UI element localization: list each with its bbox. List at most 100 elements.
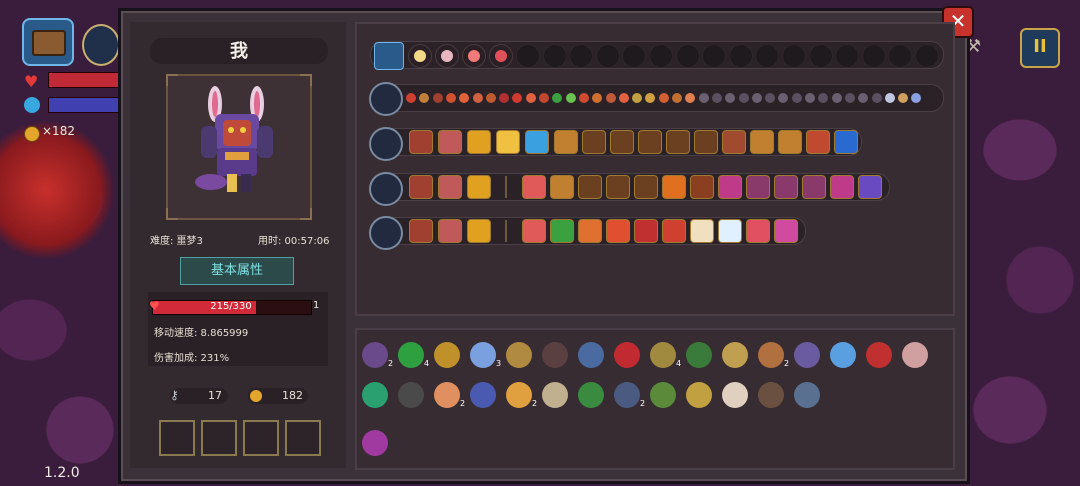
empty-equip-slot[interactable] xyxy=(861,44,886,68)
weapon-mod-icon[interactable] xyxy=(578,175,602,199)
inventory-item-icon[interactable] xyxy=(542,342,568,368)
empty-equip-slot[interactable] xyxy=(516,44,540,68)
inventory-item-icon[interactable] xyxy=(758,382,784,408)
weapon-mod-icon[interactable] xyxy=(722,130,746,154)
weapon-mod-icon[interactable] xyxy=(746,219,770,243)
inventory-item-icon[interactable] xyxy=(686,342,712,368)
inventory-item-icon[interactable] xyxy=(506,382,532,408)
empty-equip-slot[interactable] xyxy=(542,44,567,68)
empty-equip-slot[interactable] xyxy=(649,44,673,68)
equipped-item-icon[interactable] xyxy=(408,44,432,68)
weapon-mod-icon[interactable] xyxy=(409,219,433,243)
weapon-mod-icon[interactable] xyxy=(438,175,462,199)
equipped-item-icon[interactable] xyxy=(489,44,513,68)
weapon-mod-icon[interactable] xyxy=(802,175,826,199)
weapon-mod-icon[interactable] xyxy=(750,130,774,154)
inventory-item-icon[interactable] xyxy=(434,342,460,368)
weapon-mod-icon[interactable] xyxy=(409,175,433,199)
weapon-mod-icon[interactable] xyxy=(634,219,658,243)
empty-equip-slot[interactable] xyxy=(728,44,753,68)
inventory-item-icon[interactable] xyxy=(650,382,676,408)
item-slot[interactable] xyxy=(159,420,195,456)
inventory-item-icon[interactable] xyxy=(650,342,676,368)
weapon-mod-icon[interactable] xyxy=(718,219,742,243)
weapon-icon[interactable] xyxy=(369,127,403,161)
weapon-mod-icon[interactable] xyxy=(662,219,686,243)
inventory-item-icon[interactable] xyxy=(758,342,784,368)
weapon-mod-icon[interactable] xyxy=(467,219,491,243)
weapon-mod-icon[interactable] xyxy=(522,175,546,199)
inventory-item-icon[interactable] xyxy=(794,382,820,408)
weapon-mod-icon[interactable] xyxy=(438,219,462,243)
weapon-mod-icon[interactable] xyxy=(718,175,742,199)
weapon-mod-icon[interactable] xyxy=(467,175,491,199)
inventory-item-icon[interactable] xyxy=(362,382,388,408)
chest-icon[interactable] xyxy=(22,18,74,66)
weapon-slot-icon[interactable] xyxy=(369,82,403,116)
inventory-item-icon[interactable] xyxy=(398,382,424,408)
empty-equip-slot[interactable] xyxy=(569,44,594,68)
weapon-mod-icon[interactable] xyxy=(834,130,858,154)
inventory-item-icon[interactable] xyxy=(542,382,568,408)
weapon-mod-icon[interactable] xyxy=(554,130,578,154)
inventory-item-icon[interactable] xyxy=(362,342,388,368)
weapon-mod-icon[interactable] xyxy=(409,130,433,154)
weapon-mod-icon[interactable] xyxy=(774,219,798,243)
equipped-item-icon[interactable] xyxy=(435,44,459,68)
weapon-mod-icon[interactable] xyxy=(694,130,718,154)
item-slot[interactable] xyxy=(243,420,279,456)
pause-button[interactable]: II xyxy=(1020,28,1060,68)
weapon-mod-icon[interactable] xyxy=(606,175,630,199)
inventory-item-icon[interactable] xyxy=(398,342,424,368)
inventory-item-icon[interactable] xyxy=(578,342,604,368)
inventory-item-icon[interactable] xyxy=(434,382,460,408)
inventory-item-icon[interactable] xyxy=(470,382,496,408)
weapon-mod-icon[interactable] xyxy=(438,130,462,154)
weapon-mod-icon[interactable] xyxy=(662,175,686,199)
basic-attributes-button[interactable]: 基本属性 xyxy=(180,257,294,285)
weapon-mod-icon[interactable] xyxy=(806,130,830,154)
inventory-item-icon[interactable] xyxy=(830,342,856,368)
empty-equip-slot[interactable] xyxy=(782,44,806,68)
map-icon[interactable] xyxy=(82,24,120,66)
weapon-mod-icon[interactable] xyxy=(496,130,520,154)
weapon-mod-icon[interactable] xyxy=(550,175,574,199)
weapon-icon[interactable] xyxy=(369,172,403,206)
inventory-item-icon[interactable] xyxy=(614,382,640,408)
empty-equip-slot[interactable] xyxy=(595,44,620,68)
inventory-item-icon[interactable] xyxy=(362,430,388,456)
inventory-item-icon[interactable] xyxy=(794,342,820,368)
weapon-mod-icon[interactable] xyxy=(830,175,854,199)
weapon-mod-icon[interactable] xyxy=(746,175,770,199)
item-slot[interactable] xyxy=(201,420,237,456)
weapon-mod-icon[interactable] xyxy=(610,130,634,154)
inventory-item-icon[interactable] xyxy=(866,342,892,368)
weapon-mod-icon[interactable] xyxy=(774,175,798,199)
weapon-mod-icon[interactable] xyxy=(666,130,690,154)
empty-equip-slot[interactable] xyxy=(915,44,939,68)
inventory-item-icon[interactable] xyxy=(470,342,496,368)
weapon-icon[interactable] xyxy=(369,216,403,250)
weapon-mod-icon[interactable] xyxy=(525,130,549,154)
weapon-mod-icon[interactable] xyxy=(638,130,662,154)
inventory-item-icon[interactable] xyxy=(902,342,928,368)
weapon-mod-icon[interactable] xyxy=(522,219,546,243)
inventory-item-icon[interactable] xyxy=(722,342,748,368)
inventory-item-icon[interactable] xyxy=(722,382,748,408)
inventory-item-icon[interactable] xyxy=(506,342,532,368)
weapon-mod-icon[interactable] xyxy=(690,219,714,243)
weapon-mod-icon[interactable] xyxy=(858,175,882,199)
empty-equip-slot[interactable] xyxy=(808,44,833,68)
inventory-item-icon[interactable] xyxy=(686,382,712,408)
weapon-mod-icon[interactable] xyxy=(578,219,602,243)
item-slot[interactable] xyxy=(285,420,321,456)
weapon-mod-icon[interactable] xyxy=(467,130,491,154)
weapon-mod-icon[interactable] xyxy=(778,130,802,154)
empty-equip-slot[interactable] xyxy=(835,44,860,68)
equipped-chest-icon[interactable] xyxy=(374,42,404,70)
weapon-mod-icon[interactable] xyxy=(634,175,658,199)
weapon-mod-icon[interactable] xyxy=(690,175,714,199)
inventory-item-icon[interactable] xyxy=(578,382,604,408)
weapon-mod-icon[interactable] xyxy=(550,219,574,243)
inventory-item-icon[interactable] xyxy=(614,342,640,368)
